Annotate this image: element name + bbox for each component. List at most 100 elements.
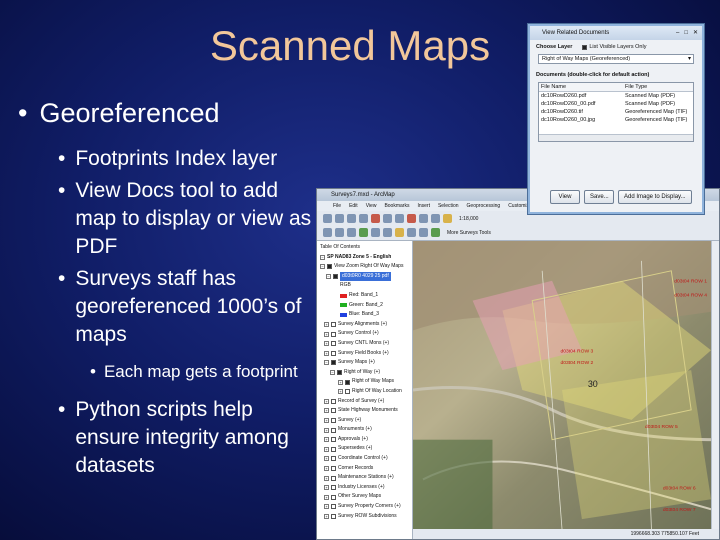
full-extent-icon[interactable]: [359, 228, 368, 237]
expand-icon[interactable]: +: [324, 485, 329, 491]
expand-icon[interactable]: +: [324, 408, 329, 414]
expand-icon[interactable]: +: [324, 437, 329, 443]
expand-icon[interactable]: +: [324, 427, 329, 433]
expand-icon[interactable]: +: [324, 456, 329, 462]
zoom-out-icon[interactable]: [335, 228, 344, 237]
layer-checkbox[interactable]: [337, 370, 342, 376]
toc-layer-item[interactable]: + Survey (+): [320, 416, 409, 426]
expand-icon[interactable]: +: [324, 350, 329, 356]
layer-checkbox[interactable]: [331, 427, 336, 433]
layer-checkbox[interactable]: [333, 274, 338, 280]
view-docs-icon[interactable]: [431, 228, 440, 237]
layer-checkbox[interactable]: [331, 341, 336, 347]
expand-icon[interactable]: +: [324, 398, 329, 404]
add-data-icon[interactable]: [443, 214, 452, 223]
toc-layer-item[interactable]: + Corner Records: [320, 464, 409, 474]
expand-icon[interactable]: +: [338, 389, 343, 395]
toc-frame[interactable]: − SP NAD83 Zone 5 - English: [320, 253, 409, 263]
list-item[interactable]: dc10RowD260_00.jpg Georeferenced Map (TIF…: [539, 116, 693, 124]
expand-icon[interactable]: +: [324, 504, 329, 510]
list-item[interactable]: dc10RowD260_00.pdf Scanned Map (PDF): [539, 100, 693, 108]
layer-checkbox[interactable]: [331, 504, 336, 510]
menu-geoprocessing[interactable]: Geoprocessing: [467, 201, 501, 211]
add-image-button[interactable]: Add Image to Display...: [618, 190, 692, 204]
paste-icon[interactable]: [395, 214, 404, 223]
expand-icon[interactable]: +: [324, 475, 329, 481]
expand-icon[interactable]: +: [324, 417, 329, 423]
layer-checkbox[interactable]: [331, 322, 336, 328]
back-icon[interactable]: [371, 228, 380, 237]
menu-bookmarks[interactable]: Bookmarks: [384, 201, 409, 211]
layer-checkbox[interactable]: [331, 513, 336, 519]
toc-layer-item[interactable]: + Supersedes (+): [320, 444, 409, 454]
expand-icon[interactable]: +: [324, 322, 329, 328]
layer-checkbox[interactable]: [331, 350, 336, 356]
expand-icon[interactable]: +: [324, 446, 329, 452]
expand-icon[interactable]: +: [324, 494, 329, 500]
layer-select[interactable]: Right of Way Maps (Georeferenced): [538, 54, 694, 64]
toc-layer-item[interactable]: + Approvals (+): [320, 435, 409, 445]
documents-list[interactable]: File Name File Type dc10RowD260.pdf Scann…: [538, 82, 694, 142]
layer-checkbox[interactable]: [327, 264, 332, 270]
copy-icon[interactable]: [383, 214, 392, 223]
zoom-in-icon[interactable]: [323, 228, 332, 237]
layer-checkbox[interactable]: [331, 417, 336, 423]
menu-insert[interactable]: Insert: [417, 201, 430, 211]
layer-checkbox[interactable]: [331, 398, 336, 404]
toc-layer-item[interactable]: + Industry Licenses (+): [320, 483, 409, 493]
toc-layer-item[interactable]: + Monuments (+): [320, 425, 409, 435]
expand-icon[interactable]: +: [338, 379, 343, 385]
toc-layer-item[interactable]: + Survey Control (+): [320, 329, 409, 339]
redo-icon[interactable]: [431, 214, 440, 223]
pan-icon[interactable]: [347, 228, 356, 237]
scale-box[interactable]: 1:18,000: [459, 213, 478, 225]
map-view[interactable]: d03t04 ROW 1 d03t04 ROW 4 d03t04 ROW 3 d…: [413, 241, 719, 530]
toc-layer-item[interactable]: − Survey Maps (+): [320, 358, 409, 368]
layer-checkbox[interactable]: [331, 475, 336, 481]
cut-icon[interactable]: [371, 214, 380, 223]
close-icon[interactable]: ✕: [693, 29, 698, 37]
collapse-icon[interactable]: −: [320, 264, 325, 270]
expand-icon[interactable]: +: [324, 331, 329, 337]
list-scrollbar[interactable]: [539, 134, 693, 141]
toc-layer-item[interactable]: + Record of Survey (+): [320, 397, 409, 407]
toc-layer-item[interactable]: + Survey Field Books (+): [320, 349, 409, 359]
maximize-icon[interactable]: □: [684, 29, 688, 37]
menu-selection[interactable]: Selection: [438, 201, 459, 211]
expand-icon[interactable]: −: [324, 360, 329, 366]
view-button[interactable]: View: [550, 190, 580, 204]
delete-icon[interactable]: [407, 214, 416, 223]
list-item[interactable]: dc10RowD260.pdf Scanned Map (PDF): [539, 92, 693, 100]
measure-icon[interactable]: [419, 228, 428, 237]
toc-layer-item[interactable]: + Maintenance Stations (+): [320, 473, 409, 483]
toc-layer-item[interactable]: − Right of Way (+): [320, 368, 409, 378]
layer-checkbox[interactable]: [331, 465, 336, 471]
expand-icon[interactable]: +: [324, 465, 329, 471]
new-icon[interactable]: [323, 214, 332, 223]
undo-icon[interactable]: [419, 214, 428, 223]
layer-checkbox[interactable]: [331, 437, 336, 443]
toc-layer[interactable]: − View Zoom Right Of Way Maps: [320, 262, 409, 272]
save-icon[interactable]: [347, 214, 356, 223]
visible-only-checkbox[interactable]: [582, 44, 588, 50]
toc-layer-item[interactable]: + Survey Property Corners (+): [320, 502, 409, 512]
list-item[interactable]: dc10RowD260.tif Georeferenced Map (TIF): [539, 108, 693, 116]
more-surveys-tools[interactable]: More Surveys Tools: [447, 227, 491, 239]
layer-checkbox[interactable]: [345, 379, 350, 385]
collapse-icon[interactable]: −: [320, 254, 325, 260]
layer-checkbox[interactable]: [331, 408, 336, 414]
layer-checkbox[interactable]: [331, 456, 336, 462]
toc-layer-item[interactable]: + Right Of Way Location: [320, 387, 409, 397]
toc-layer-item[interactable]: + Coordinate Control (+): [320, 454, 409, 464]
save-button[interactable]: Save...: [584, 190, 614, 204]
expand-icon[interactable]: −: [330, 370, 335, 376]
map-scrollbar[interactable]: [711, 241, 719, 529]
toc-layer-item[interactable]: + State Highway Monuments: [320, 406, 409, 416]
layer-checkbox[interactable]: [331, 494, 336, 500]
col-file-name[interactable]: File Name: [539, 83, 623, 91]
expand-icon[interactable]: +: [324, 341, 329, 347]
menu-edit[interactable]: Edit: [349, 201, 358, 211]
forward-icon[interactable]: [383, 228, 392, 237]
print-icon[interactable]: [359, 214, 368, 223]
toc-raster[interactable]: − d03t0R0 4029 25 pdf: [320, 271, 409, 282]
